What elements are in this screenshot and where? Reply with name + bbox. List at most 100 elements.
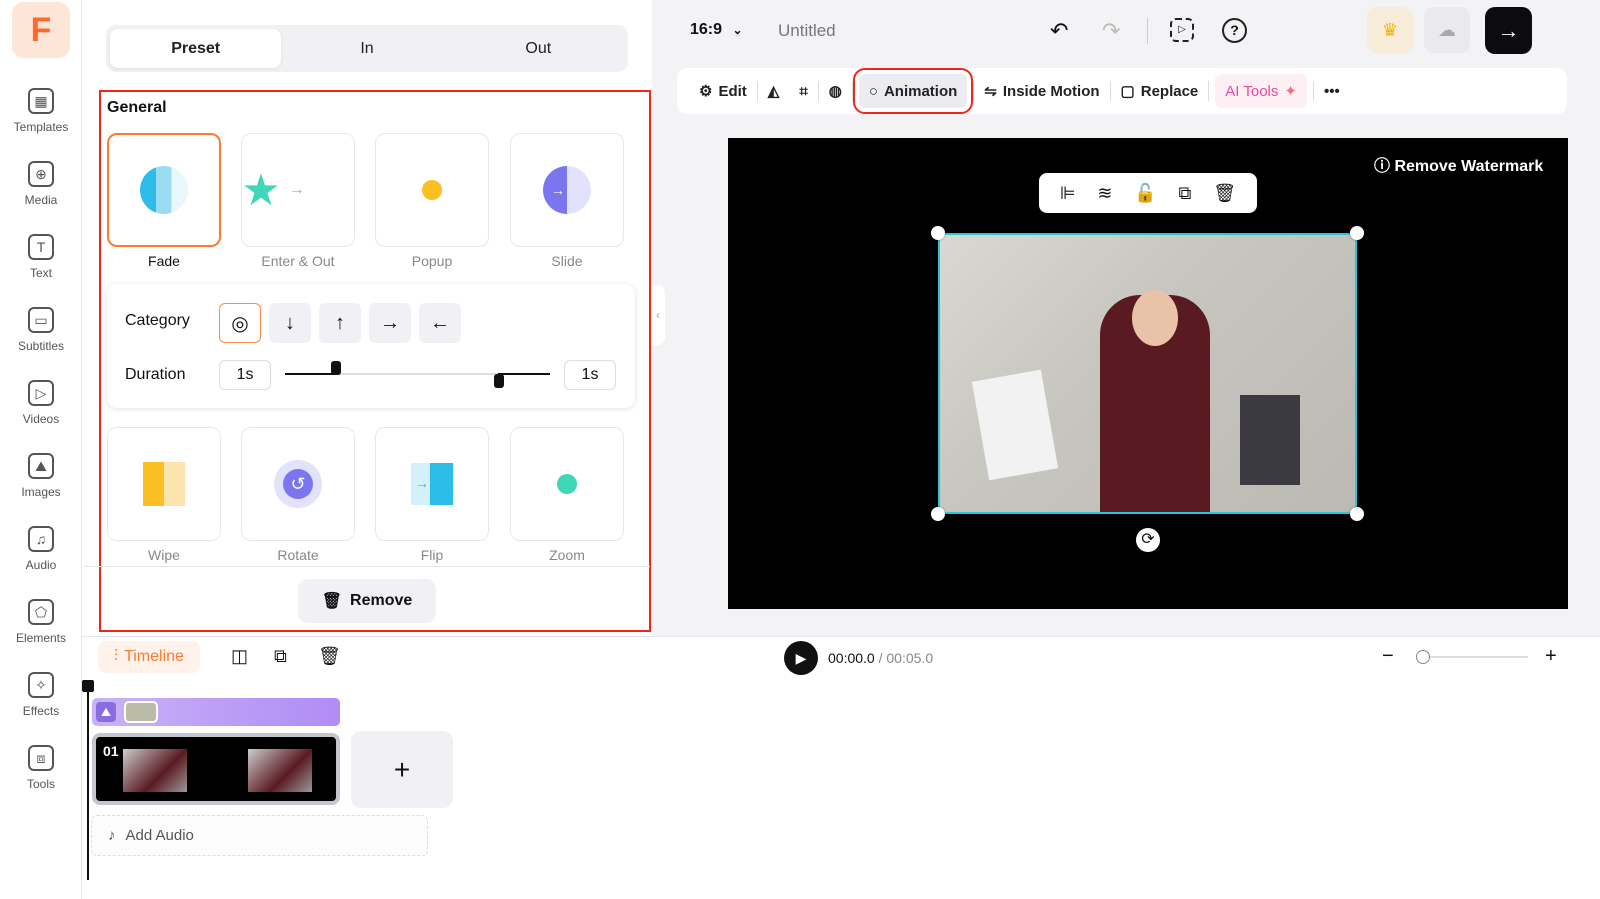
sidebar-item-subtitles[interactable]: ▭ Subtitles [0,307,82,377]
duplicate-icon[interactable]: ⧉ [1179,183,1192,204]
preset-zoom[interactable] [510,427,624,541]
category-left-button[interactable]: ← [419,303,461,343]
mask-icon[interactable]: ◍ [819,74,852,108]
category-up-button[interactable]: ↑ [319,303,361,343]
text-icon: T [28,234,54,260]
crop-icon[interactable]: ⌗ [789,74,817,108]
aspect-ratio-select[interactable]: 16:9 ⌄ [690,21,743,39]
flip-icon[interactable]: ◭ [758,74,790,108]
selected-image[interactable] [938,233,1357,514]
preset-rotate[interactable]: ↺ [241,427,355,541]
timeline-icon: ⫶ [114,648,119,665]
sidebar-item-media[interactable]: ⊕ Media [0,161,82,231]
sidebar-item-templates[interactable]: ▦ Templates [0,88,82,158]
duration-slider[interactable] [285,361,550,388]
ai-tools-button[interactable]: AI Tools ✦ [1215,74,1307,108]
preset-label: Wipe [148,547,180,563]
category-right-button[interactable]: → [369,303,411,343]
redo-icon[interactable]: ↷ [1102,18,1120,44]
zoom-icon [557,474,577,494]
playhead[interactable] [87,680,89,880]
duration-in-input[interactable]: 1s [219,360,271,390]
replace-button[interactable]: ▢ Replace [1111,74,1209,108]
resize-handle[interactable] [1350,507,1364,521]
trash-icon[interactable]: 🗑 [1213,183,1236,204]
animation-icon: ○ [868,82,878,100]
category-fade-button[interactable]: ◎ [219,303,261,343]
sidebar-item-images[interactable]: ⛰ Images [0,453,82,523]
preset-label: Slide [551,253,583,269]
video-clip[interactable]: 01 [92,733,340,805]
help-icon[interactable]: ? [1222,18,1247,43]
collapse-panel-handle[interactable]: ‹ [651,285,665,345]
zoom-slider[interactable] [1416,650,1528,664]
section-title: General [107,99,167,116]
project-title[interactable]: Untitled [778,21,836,41]
info-icon: ⓘ [1374,158,1395,175]
preset-wipe[interactable] [107,427,221,541]
animation-button[interactable]: ○ Animation [852,68,974,114]
motion-icon: ⇋ [984,83,997,100]
export-button[interactable]: → [1485,7,1532,54]
sidebar-item-tools[interactable]: ⧈ Tools [0,745,82,815]
cloud-icon[interactable]: ☁ [1424,7,1470,53]
effects-icon: ✧ [28,672,54,698]
preset-fade[interactable] [107,133,221,247]
sidebar-item-text[interactable]: T Text [0,234,82,304]
sidebar-item-effects[interactable]: ✧ Effects [0,672,82,742]
lock-icon[interactable]: 🔓 [1134,183,1156,204]
sidebar-item-label: Images [21,485,61,499]
undo-icon[interactable]: ↶ [1050,18,1068,44]
category-down-button[interactable]: ↓ [269,303,311,343]
crown-icon[interactable]: ♛ [1367,7,1413,53]
sidebar-item-audio[interactable]: ♫ Audio [0,526,82,596]
sidebar-item-label: Text [29,266,52,280]
out-slider-handle[interactable] [494,374,504,388]
app-logo[interactable]: F [12,2,70,58]
preset-slide[interactable]: → [510,133,624,247]
remove-watermark-button[interactable]: ⓘ Remove Watermark [1374,152,1543,176]
sparkle-icon: ✦ [1284,83,1297,100]
play-button[interactable]: ▶ [784,641,818,675]
split-icon[interactable]: ◫ [231,646,248,667]
subtitles-icon: ▭ [28,307,54,333]
zoom-out-button[interactable]: − [1382,645,1394,668]
resize-handle[interactable] [1350,226,1364,240]
add-audio-button[interactable]: ♪ Add Audio [91,815,428,856]
rotate-handle-icon[interactable]: ⟳ [1136,528,1160,552]
image-track[interactable]: ⛰ [92,698,340,726]
trash-icon[interactable]: 🗑 [318,646,341,667]
tab-in[interactable]: In [281,29,452,68]
sidebar-item-label: Tools [26,777,55,791]
resize-handle[interactable] [931,226,945,240]
inside-motion-button[interactable]: ⇋ Inside Motion [974,74,1109,108]
wipe-icon [143,462,185,506]
zoom-in-button[interactable]: + [1545,645,1557,668]
align-icon[interactable]: ⊫ [1060,183,1076,204]
preset-popup[interactable] [375,133,489,247]
add-clip-button[interactable]: + [351,731,453,808]
preset-enter-out[interactable]: ★ → [241,133,355,247]
in-slider-handle[interactable] [331,361,341,375]
duration-out-input[interactable]: 1s [564,360,616,390]
edit-button[interactable]: ⚙ Edit [689,74,757,108]
videos-icon: ▷ [28,380,54,406]
timeline-button[interactable]: ⫶ Timeline [98,641,200,673]
tab-out[interactable]: Out [453,29,624,68]
remove-button[interactable]: 🗑 Remove [298,579,436,623]
preview-icon[interactable]: ▷ [1170,18,1194,42]
layers-icon[interactable]: ≋ [1097,183,1112,204]
sidebar-item-videos[interactable]: ▷ Videos [0,380,82,450]
sidebar-item-elements[interactable]: ⬠ Elements [0,599,82,669]
preset-flip[interactable]: → [375,427,489,541]
preset-label: Flip [420,547,444,563]
more-button[interactable]: ••• [1314,74,1350,108]
element-toolbar: ⚙ Edit ◭ ⌗ ◍ ○ Animation ⇋ Inside Motion ▢ R… [677,68,1567,114]
tab-preset[interactable]: Preset [110,29,282,68]
elements-icon: ⬠ [28,599,54,625]
resize-handle[interactable] [931,507,945,521]
duration-label: Duration [125,366,186,383]
sidebar-item-label: Templates [13,120,69,134]
duplicate-icon[interactable]: ⧉ [274,646,287,667]
element-quick-toolbar: ⊫ ≋ 🔓 ⧉ 🗑 [1039,173,1257,213]
